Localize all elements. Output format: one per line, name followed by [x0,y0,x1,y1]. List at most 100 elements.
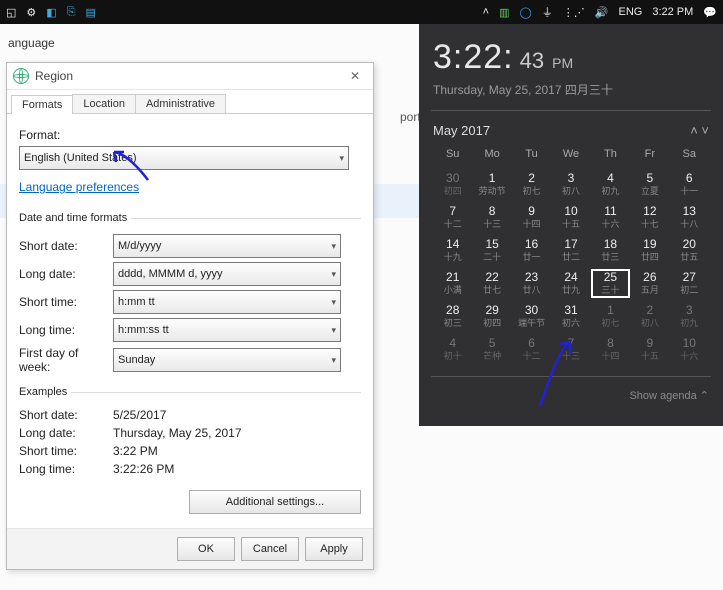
calendar-day[interactable]: 1初七 [591,302,630,331]
short-date-select[interactable]: M/d/yyyy▾ [113,234,341,258]
calendar-day[interactable]: 30初四 [433,170,472,199]
wifi-icon[interactable]: ⋮⋰ [563,6,585,19]
tray-chevron-icon[interactable]: ˄ [483,6,489,18]
calendar-day[interactable]: 13十八 [670,203,709,232]
calendar-day[interactable]: 5芒种 [472,335,511,364]
calendar-day[interactable]: 9十四 [512,203,551,232]
additional-settings-button[interactable]: Additional settings... [189,490,361,514]
action-center-icon[interactable]: 💬 [703,6,717,19]
ok-button[interactable]: OK [177,537,235,561]
divider [431,110,711,111]
day-number: 1 [607,303,614,317]
calendar-day[interactable]: 29初四 [472,302,511,331]
calendar-day[interactable]: 28初三 [433,302,472,331]
calendar-day[interactable]: 24廿九 [551,269,590,298]
long-date-select[interactable]: dddd, MMMM d, yyyy▾ [113,262,341,286]
calendar-day[interactable]: 15二十 [472,236,511,265]
calendar-day[interactable]: 20廿五 [670,236,709,265]
calendar-day[interactable]: 4初十 [433,335,472,364]
day-number: 15 [485,237,498,251]
calendar-day[interactable]: 5立夏 [630,170,669,199]
dow-header: Fr [630,144,669,164]
calendar-day[interactable]: 7十二 [433,203,472,232]
ime-indicator[interactable]: ENG [618,6,642,18]
day-alt-label: 廿二 [551,251,590,263]
month-label[interactable]: May 2017 [433,123,490,138]
calendar-day[interactable]: 23廿八 [512,269,551,298]
day-number: 18 [604,237,617,251]
app-icon-1[interactable]: ◧ [46,6,56,19]
calendar-day[interactable]: 16廿一 [512,236,551,265]
calendar-day[interactable]: 10十五 [551,203,590,232]
format-select[interactable]: English (United States) ▾ [19,146,349,170]
day-number: 4 [449,336,456,350]
calendar-day[interactable]: 27初二 [670,269,709,298]
calendar-day[interactable]: 11十六 [591,203,630,232]
calendar-day[interactable]: 21小满 [433,269,472,298]
day-alt-label: 廿一 [512,251,551,263]
battery-icon[interactable]: ▥ [499,6,509,19]
app-circle-icon[interactable]: ◯ [519,6,531,19]
calendar-day[interactable]: 6十二 [512,335,551,364]
tab-formats[interactable]: Formats [11,95,73,114]
big-time: 3:22:43 PM [433,38,709,77]
app-icon-2[interactable]: ⎘ [67,6,76,19]
day-alt-label: 初四 [433,185,472,197]
calendar-day[interactable]: 6十一 [670,170,709,199]
calendar-day[interactable]: 14十九 [433,236,472,265]
calendar-day[interactable]: 12十七 [630,203,669,232]
next-month-button[interactable]: ˅ [701,123,709,138]
start-icon[interactable]: ◱ [6,6,16,19]
language-preferences-link[interactable]: Language preferences [19,180,139,194]
calendar-day[interactable]: 7十三 [551,335,590,364]
long-time-select[interactable]: h:mm:ss tt▾ [113,318,341,342]
calendar-day[interactable]: 25三十 [591,269,630,298]
fdow-select[interactable]: Sunday▾ [113,348,341,372]
day-alt-label: 十六 [670,350,709,362]
chevron-down-icon: ▾ [331,241,336,252]
dow-header: Mo [472,144,511,164]
calendar-day[interactable]: 26五月 [630,269,669,298]
calendar-day[interactable]: 10十六 [670,335,709,364]
network-icon[interactable]: ⏚ [542,4,553,20]
app-icon-3[interactable]: ▤ [86,6,96,19]
taskbar-clock[interactable]: 3:22 PM [652,6,693,18]
gear-icon[interactable]: ⚙ [26,6,36,19]
dialog-title: Region [35,69,73,83]
calendar-day[interactable]: 18廿三 [591,236,630,265]
calendar-day[interactable]: 8十四 [591,335,630,364]
calendar-day[interactable]: 30端午节 [512,302,551,331]
close-button[interactable]: ✕ [343,66,367,86]
calendar-day[interactable]: 31初六 [551,302,590,331]
volume-icon[interactable]: 🔊 [595,6,609,19]
day-number: 9 [647,336,654,350]
calendar-day[interactable]: 2初八 [630,302,669,331]
tab-location[interactable]: Location [72,94,136,113]
calendar-day[interactable]: 2初七 [512,170,551,199]
calendar-day[interactable]: 1劳动节 [472,170,511,199]
short-time-select[interactable]: h:mm tt▾ [113,290,341,314]
calendar-day[interactable]: 17廿二 [551,236,590,265]
prev-month-button[interactable]: ˄ [690,123,698,138]
show-agenda-toggle[interactable]: Show agenda ⌃ [433,389,709,402]
day-alt-label: 初八 [551,185,590,197]
day-alt-label: 十三 [472,218,511,230]
calendar-day[interactable]: 3初九 [670,302,709,331]
short-time-value: h:mm tt [118,296,155,308]
calendar-day[interactable]: 3初八 [551,170,590,199]
ex-long-time-value: 3:22:26 PM [113,462,174,476]
chevron-down-icon: ▾ [331,355,336,366]
calendar-day[interactable]: 8十三 [472,203,511,232]
dow-header: Sa [670,144,709,164]
day-number: 30 [446,171,459,185]
dow-header: Tu [512,144,551,164]
calendar-day[interactable]: 22廿七 [472,269,511,298]
day-number: 5 [489,336,496,350]
ex-long-date-value: Thursday, May 25, 2017 [113,426,242,440]
calendar-day[interactable]: 9十五 [630,335,669,364]
apply-button[interactable]: Apply [305,537,363,561]
tab-administrative[interactable]: Administrative [135,94,226,113]
cancel-button[interactable]: Cancel [241,537,299,561]
calendar-day[interactable]: 4初九 [591,170,630,199]
calendar-day[interactable]: 19廿四 [630,236,669,265]
